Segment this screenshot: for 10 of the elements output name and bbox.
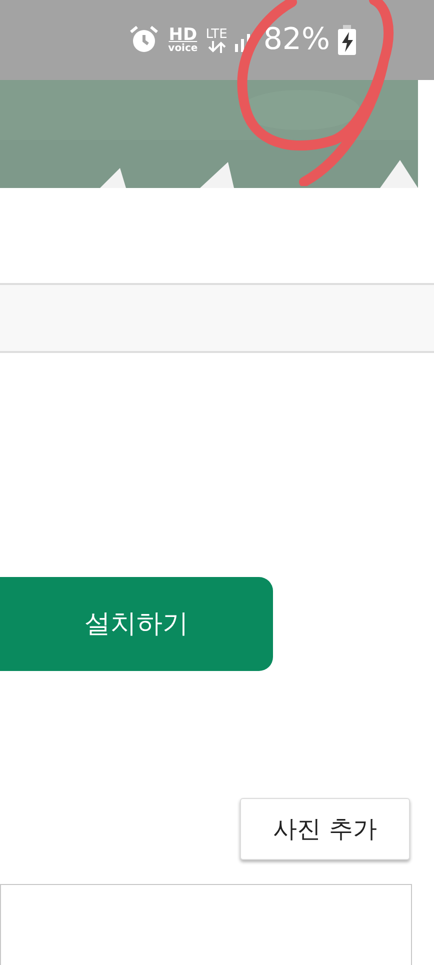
add-photo-button[interactable]: 사진 추가	[240, 798, 410, 860]
text-area[interactable]	[0, 884, 412, 965]
battery-percent: 82%	[263, 25, 330, 55]
data-arrows-icon	[208, 40, 226, 52]
install-button[interactable]: 설치하기	[0, 577, 273, 671]
voice-label: voice	[168, 44, 198, 54]
battery-charging-icon	[338, 25, 356, 55]
hd-label: HD	[168, 26, 198, 44]
input-field[interactable]	[0, 283, 434, 353]
lte-label: LTE	[206, 28, 228, 40]
